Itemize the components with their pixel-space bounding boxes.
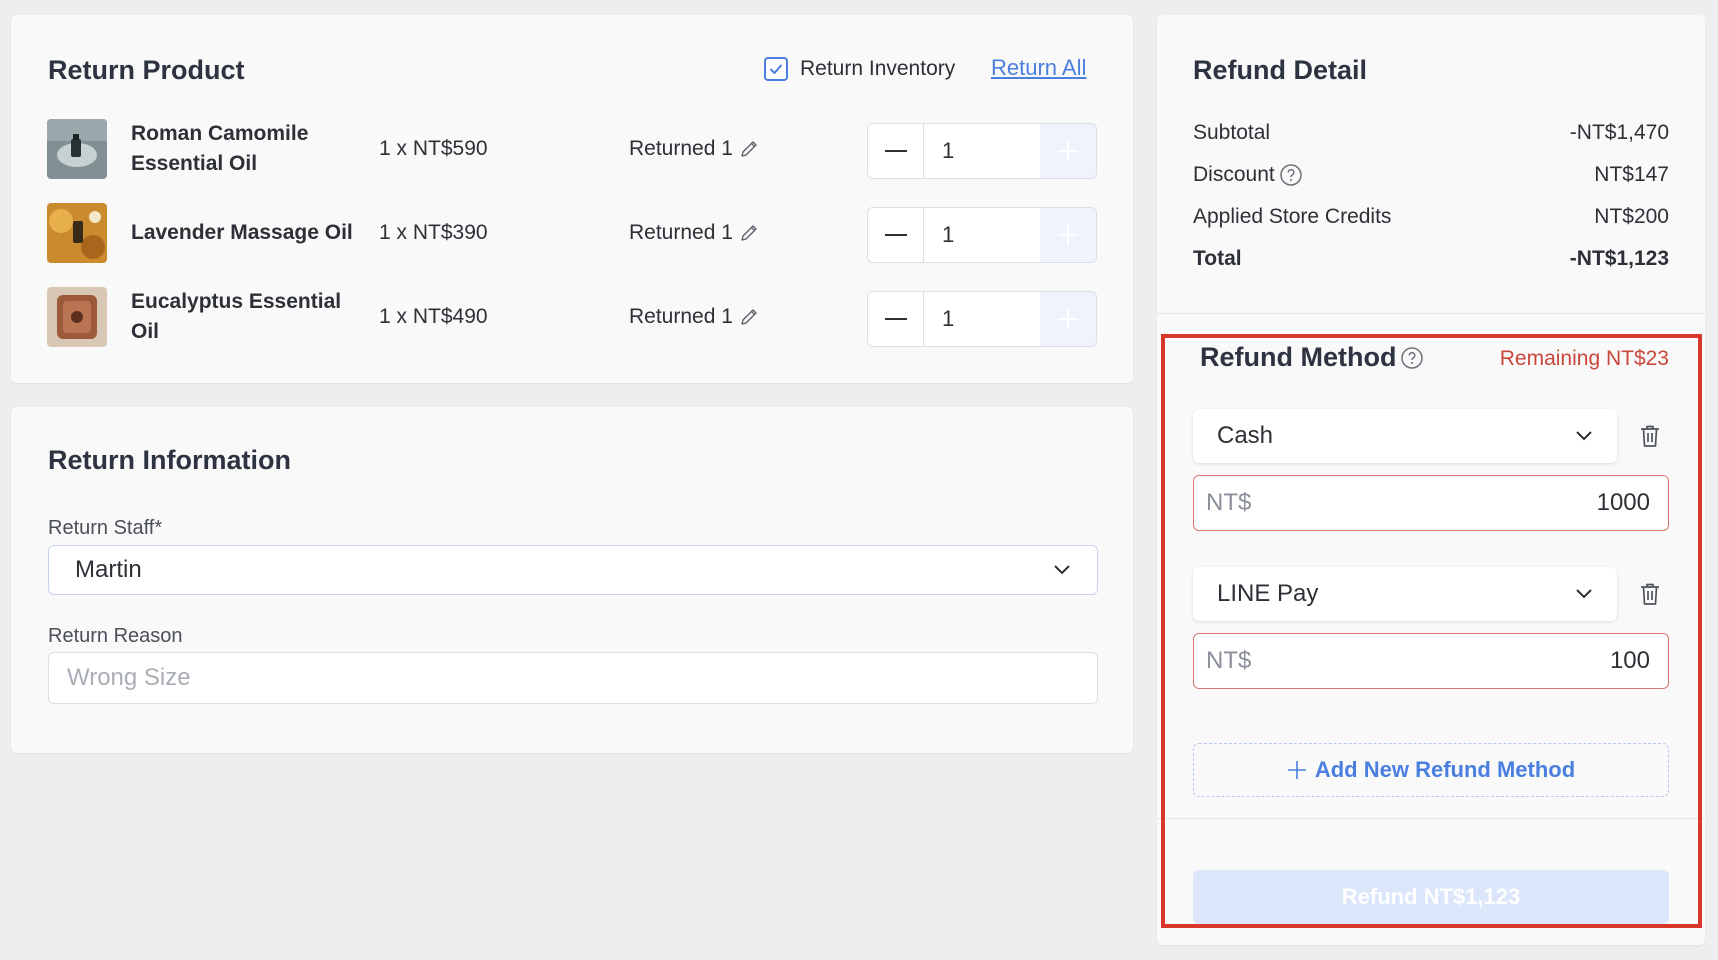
product-row: Eucalyptus Essential Oil 1 x NT$490 Retu…	[11, 287, 1133, 349]
return-inventory-checkbox[interactable]: Return Inventory	[764, 57, 955, 81]
return-reason-input[interactable]: Wrong Size	[48, 652, 1098, 704]
product-price: 1 x NT$390	[379, 221, 488, 244]
discount-label: Discount	[1193, 163, 1275, 186]
discount-value: NT$147	[1594, 163, 1669, 186]
subtotal-label: Subtotal	[1193, 121, 1271, 144]
minus-icon	[884, 234, 907, 236]
return-product-title: Return Product	[48, 55, 245, 85]
help-icon[interactable]	[1400, 346, 1424, 370]
product-row: Lavender Massage Oil 1 x NT$390 Returned…	[11, 203, 1133, 265]
refund-detail-title: Refund Detail	[1193, 55, 1368, 85]
decrement-button[interactable]	[868, 292, 924, 346]
product-price: 1 x NT$590	[379, 137, 488, 160]
return-information-card: Return Information Return Staff* Martin …	[11, 407, 1133, 753]
refund-method-title: Refund Method	[1200, 342, 1424, 373]
store-credits-label: Applied Store Credits	[1193, 205, 1392, 228]
quantity-stepper[interactable]: 1	[867, 291, 1097, 347]
refund-amount-input[interactable]: NT$ 100	[1193, 633, 1669, 689]
quantity-input[interactable]: 1	[924, 208, 1040, 262]
product-thumbnail	[47, 287, 107, 347]
total-value: -NT$1,123	[1569, 247, 1669, 270]
refund-amount-input[interactable]: NT$ 1000	[1193, 475, 1669, 531]
plus-icon	[1287, 761, 1306, 779]
returned-count[interactable]: Returned 1	[629, 119, 759, 179]
currency-prefix: NT$	[1206, 489, 1252, 516]
quantity-input[interactable]: 1	[924, 124, 1040, 178]
returned-label: Returned 1	[629, 137, 733, 160]
decrement-button[interactable]	[868, 208, 924, 262]
currency-prefix: NT$	[1206, 647, 1252, 674]
add-refund-method-label: Add New Refund Method	[1314, 757, 1576, 782]
refund-method-label: Refund Method	[1200, 342, 1397, 372]
refund-amount-value: 1000	[1596, 489, 1650, 516]
return-staff-select[interactable]: Martin	[48, 545, 1098, 595]
quantity-stepper[interactable]: 1	[867, 207, 1097, 263]
returned-label: Returned 1	[629, 221, 733, 244]
return-reason-label: Return Reason	[48, 625, 183, 647]
refund-method-select[interactable]: LINE Pay	[1193, 567, 1617, 621]
divider	[1157, 313, 1705, 314]
plus-icon	[1058, 141, 1078, 161]
return-staff-label: Return Staff*	[48, 517, 163, 539]
total-row: Total -NT$1,123	[1193, 247, 1669, 271]
refund-amount-value: 100	[1609, 647, 1650, 674]
chevron-down-icon	[1576, 431, 1592, 441]
subtotal-value: -NT$1,470	[1569, 121, 1669, 144]
checkbox-checked-icon[interactable]	[764, 57, 788, 81]
refund-method-value: Cash	[1217, 422, 1274, 449]
return-product-card: Return Product Return Inventory Return A…	[11, 15, 1133, 383]
product-thumbnail	[47, 119, 107, 179]
pencil-icon[interactable]	[739, 139, 759, 159]
subtotal-row: Subtotal -NT$1,470	[1193, 121, 1669, 145]
product-name: Eucalyptus Essential Oil	[131, 290, 342, 343]
increment-button[interactable]	[1040, 124, 1096, 178]
decrement-button[interactable]	[868, 124, 924, 178]
refund-panel: Refund Detail Subtotal -NT$1,470 Discoun…	[1157, 15, 1705, 945]
quantity-stepper[interactable]: 1	[867, 123, 1097, 179]
refund-method-select[interactable]: Cash	[1193, 409, 1617, 463]
remaining-amount: Remaining NT$23	[1499, 347, 1669, 370]
refund-submit-button[interactable]: Refund NT$1,123	[1193, 870, 1669, 924]
minus-icon	[884, 318, 907, 320]
pencil-icon[interactable]	[739, 223, 759, 243]
return-inventory-label: Return Inventory	[800, 57, 956, 80]
product-name: Lavender Massage Oil	[131, 221, 353, 244]
return-staff-value: Martin	[75, 556, 142, 583]
minus-icon	[884, 150, 907, 152]
returned-count[interactable]: Returned 1	[629, 287, 759, 347]
return-all-link[interactable]: Return All	[991, 55, 1086, 81]
trash-icon[interactable]	[1635, 579, 1665, 609]
chevron-down-icon	[1054, 565, 1070, 575]
pencil-icon[interactable]	[739, 307, 759, 327]
product-price: 1 x NT$490	[379, 305, 488, 328]
product-thumbnail	[47, 203, 107, 263]
returned-count[interactable]: Returned 1	[629, 203, 759, 263]
refund-method-value: LINE Pay	[1217, 580, 1319, 607]
total-label: Total	[1193, 247, 1242, 270]
divider	[1157, 818, 1705, 819]
increment-button[interactable]	[1040, 208, 1096, 262]
plus-icon	[1058, 309, 1078, 329]
plus-icon	[1058, 225, 1078, 245]
return-information-title: Return Information	[48, 445, 291, 475]
product-name: Roman Camomile Essential Oil	[131, 122, 309, 175]
product-row: Roman Camomile Essential Oil 1 x NT$590 …	[11, 119, 1133, 181]
help-icon[interactable]	[1279, 163, 1303, 187]
chevron-down-icon	[1576, 589, 1592, 599]
returned-label: Returned 1	[629, 305, 733, 328]
trash-icon[interactable]	[1635, 421, 1665, 451]
discount-row: Discount NT$147	[1193, 163, 1669, 187]
increment-button[interactable]	[1040, 292, 1096, 346]
store-credits-row: Applied Store Credits NT$200	[1193, 205, 1669, 229]
quantity-input[interactable]: 1	[924, 292, 1040, 346]
store-credits-value: NT$200	[1594, 205, 1669, 228]
add-refund-method-button[interactable]: Add New Refund Method	[1193, 743, 1669, 797]
